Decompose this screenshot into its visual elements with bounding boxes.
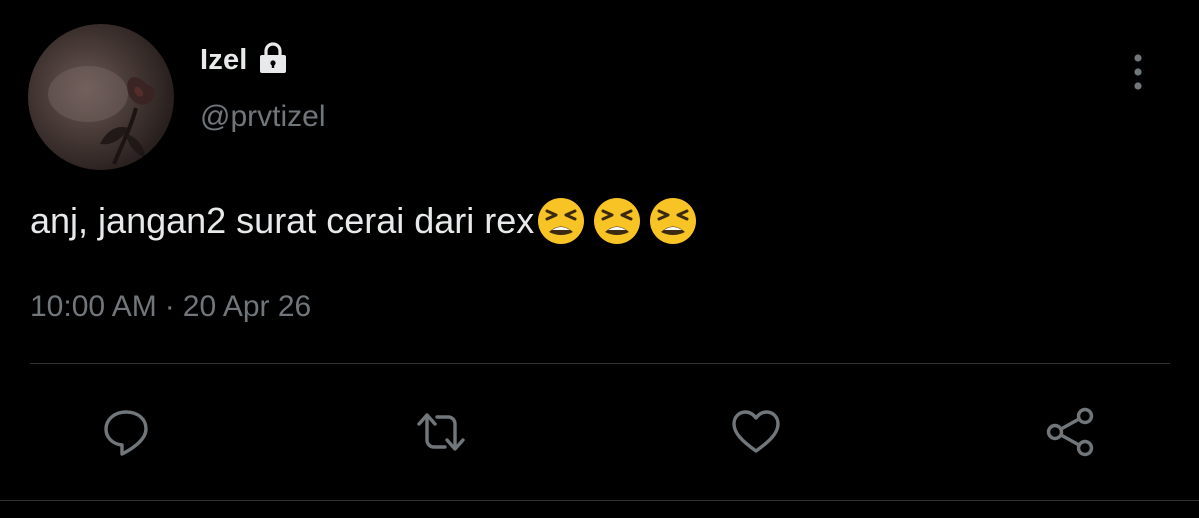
author-name-row: Izel <box>200 40 290 80</box>
separator-dot: · <box>164 290 175 323</box>
emoji-group <box>536 196 698 246</box>
share-button[interactable] <box>1041 402 1101 462</box>
tired-face-emoji <box>592 196 642 246</box>
more-vertical-icon <box>1134 54 1142 90</box>
tweet-time[interactable]: 10:00 AM <box>30 290 157 323</box>
timestamp-row: 10:00 AM · 20 Apr 26 <box>30 290 311 324</box>
tweet-text-row: anj, jangan2 surat cerai dari rex <box>30 196 698 246</box>
user-handle[interactable]: @prvtizel <box>200 100 325 134</box>
tweet-date[interactable]: 20 Apr 26 <box>183 290 311 323</box>
tweet-card: Izel @prvtizel anj, jangan2 surat cerai … <box>0 0 1199 518</box>
reply-icon <box>104 410 148 456</box>
avatar-image <box>48 66 155 165</box>
like-button[interactable] <box>726 402 786 462</box>
divider <box>30 363 1170 364</box>
tweet-text: anj, jangan2 surat cerai dari rex <box>30 200 535 241</box>
share-icon <box>1046 407 1094 457</box>
reply-button[interactable] <box>96 402 156 462</box>
heart-icon <box>732 410 780 453</box>
more-options-button[interactable] <box>1118 48 1158 94</box>
tired-face-emoji <box>648 196 698 246</box>
retweet-button[interactable] <box>411 402 471 462</box>
bottom-divider <box>0 500 1199 501</box>
display-name[interactable]: Izel <box>200 44 248 77</box>
retweet-icon <box>417 413 465 451</box>
lock-icon <box>256 41 290 75</box>
avatar[interactable] <box>28 24 174 170</box>
tired-face-emoji <box>536 196 586 246</box>
